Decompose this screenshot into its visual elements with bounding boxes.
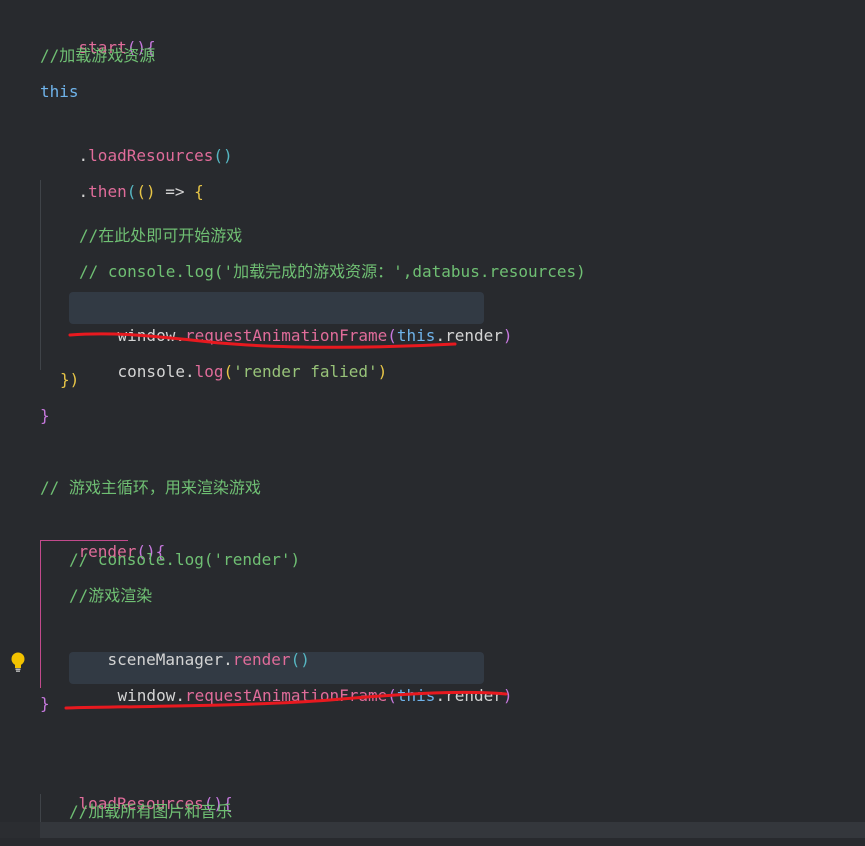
lightbulb-icon[interactable] — [9, 651, 27, 673]
code-line[interactable]: console.log('render falied') — [79, 330, 388, 381]
code-line[interactable]: sceneManager.render() — [69, 618, 310, 669]
property: .render — [435, 686, 503, 705]
string-literal: 'render falied' — [233, 362, 378, 381]
method-name: log — [194, 362, 224, 381]
bracket: () — [136, 182, 156, 201]
bracket: ) — [502, 326, 513, 345]
code-line[interactable]: .loadResources() — [40, 114, 233, 165]
keyword: this — [396, 686, 436, 705]
object-ref: window. — [117, 686, 185, 705]
arrow-operator: => — [155, 182, 195, 201]
code-comment[interactable]: // 游戏主循环，用来渲染游戏 — [40, 474, 261, 502]
code-comment[interactable]: //加载游戏资源 — [40, 42, 155, 70]
bracket: ( — [387, 686, 397, 705]
bracket: () — [213, 146, 233, 165]
code-line[interactable]: }) — [60, 366, 79, 394]
bracket: { — [194, 182, 204, 201]
bracket: ( — [387, 326, 397, 345]
code-line[interactable]: window.requestAnimationFrame(this.render… — [79, 654, 513, 705]
code-line[interactable]: } — [40, 402, 50, 430]
object-ref: console. — [117, 362, 195, 381]
dot: . — [78, 182, 89, 201]
bracket: ) — [377, 362, 388, 381]
code-line[interactable]: render(){ — [40, 510, 166, 561]
horizontal-scrollbar[interactable] — [0, 822, 865, 838]
code-line[interactable]: } — [40, 690, 50, 718]
bracket: ) — [502, 686, 513, 705]
scrollbar-thumb[interactable] — [40, 822, 865, 838]
method-name: requestAnimationFrame — [184, 686, 388, 705]
code-line[interactable]: loadResources(){ — [40, 762, 233, 813]
code-comment[interactable]: // console.log('render') — [69, 546, 300, 574]
keyword: this — [396, 326, 436, 345]
code-editor[interactable]: start(){ //加载游戏资源 this .loadResources() … — [0, 0, 865, 838]
code-comment[interactable]: //游戏渲染 — [69, 582, 152, 610]
method-name: then — [88, 182, 127, 201]
code-line[interactable]: this — [40, 78, 79, 106]
code-comment[interactable]: //在此处即可开始游戏 — [79, 222, 242, 250]
bracket: ( — [126, 182, 137, 201]
property: .render — [435, 326, 503, 345]
code-line[interactable]: .then(() => { — [40, 150, 204, 201]
bracket: ( — [223, 362, 234, 381]
code-line[interactable]: start(){ — [40, 6, 156, 57]
code-comment[interactable]: // console.log('加载完成的游戏资源：',databus.reso… — [79, 258, 586, 286]
code-line[interactable]: window.requestAnimationFrame(this.render… — [79, 294, 513, 345]
